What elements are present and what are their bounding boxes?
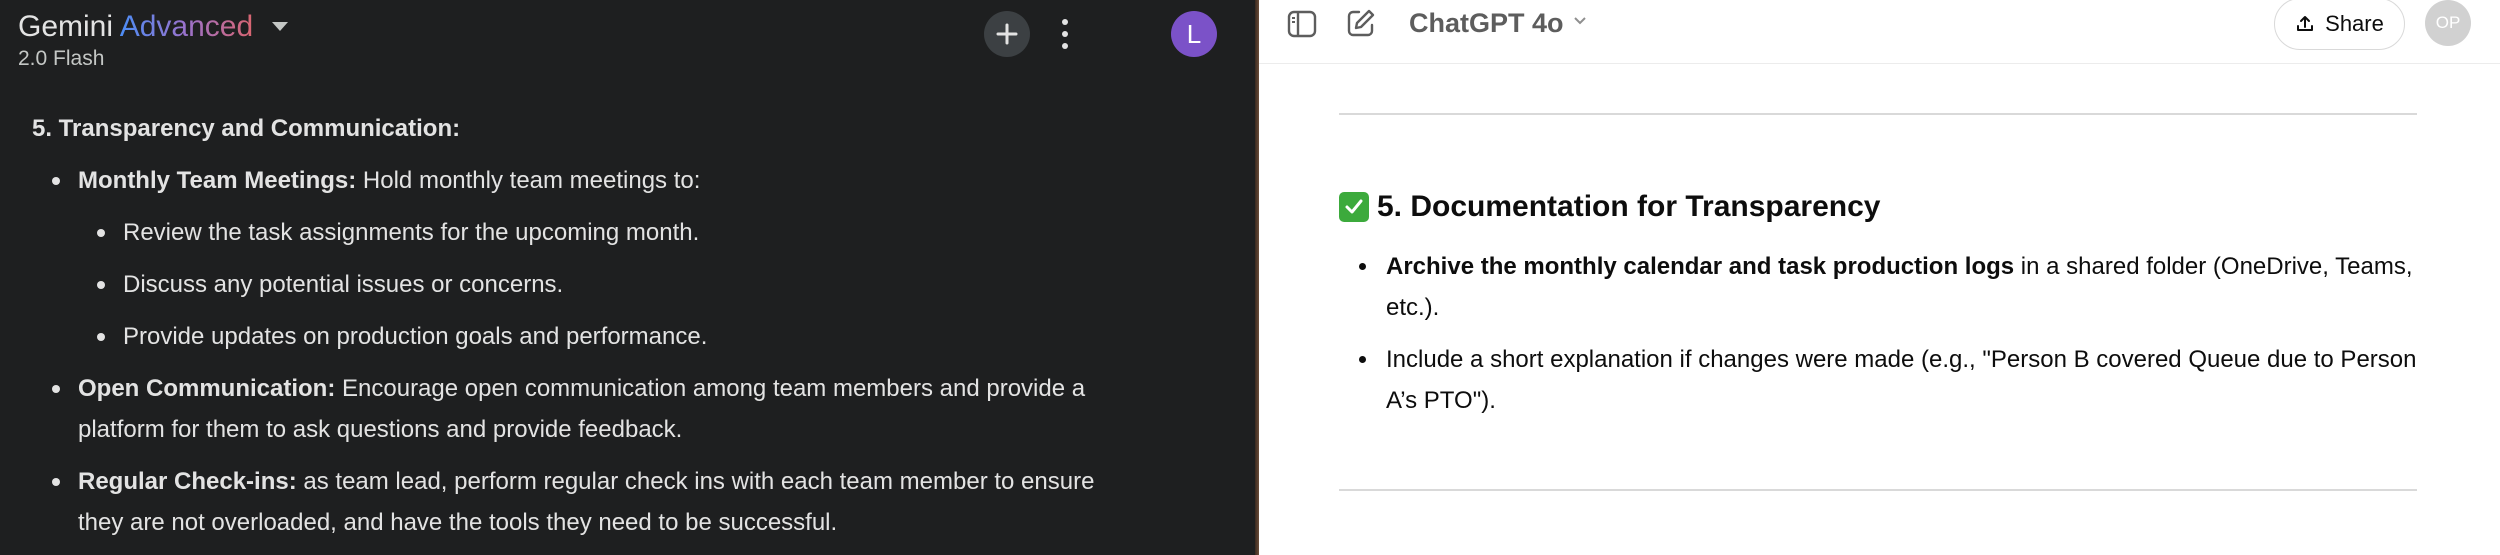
more-options-button[interactable] [1055,16,1075,52]
share-label: Share [2325,11,2384,36]
list-item: Open Communication: Encourage open commu… [46,368,1126,450]
list-item-title: Regular Check-ins: [78,468,297,495]
sub-list-item: Review the task assignments for the upco… [91,212,1126,253]
list-item: Archive the monthly calendar and task pr… [1359,246,2436,328]
tier-label: Advanced [119,10,254,43]
sub-list-item: Discuss any potential issues or concerns… [91,264,1126,305]
app-name: Gemini [18,10,114,43]
section-heading: 5. Documentation for Transparency [1339,190,1880,224]
sidebar-toggle-icon[interactable] [1287,9,1317,39]
list-item-title: Open Communication: [78,375,336,402]
avatar[interactable]: OP [2425,0,2471,46]
upload-icon [2297,16,2314,31]
gemini-pane: Gemini Advanced 2.0 Flash L 5. Transpare… [0,0,1255,555]
list-item-text: Hold monthly team meetings to: [356,167,701,194]
list-item-title: Monthly Team Meetings: [78,167,357,194]
sub-list-item: Provide updates on production goals and … [91,316,1126,357]
plus-icon [996,23,1018,45]
list-item-title: Archive the monthly calendar and task pr… [1386,253,2015,280]
chatgpt-pane: ChatGPT 4o Share OP 5. Documentation for… [1259,0,2500,555]
check-box-icon [1339,192,1369,222]
model-name: ChatGPT 4o [1409,8,1564,38]
model-selector[interactable]: ChatGPT 4o [1409,8,1586,39]
share-button[interactable]: Share [2274,0,2405,50]
list-item-text: Include a short explanation if changes w… [1386,346,2417,414]
sub-bullet-list: Review the task assignments for the upco… [91,212,1126,357]
chat-header: ChatGPT 4o Share OP [1259,0,2500,64]
divider [1339,113,2417,115]
list-item: Include a short explanation if changes w… [1359,339,2436,421]
kebab-menu-icon [1062,19,1068,25]
model-switcher-title[interactable]: Gemini Advanced [18,10,253,44]
divider [1339,489,2417,491]
bullet-list: Monthly Team Meetings: Hold monthly team… [46,160,1212,543]
bullet-list: Archive the monthly calendar and task pr… [1359,246,2436,432]
model-version-label: 2.0 Flash [18,47,105,70]
heading-text: 5. Documentation for Transparency [1377,190,1881,223]
avatar[interactable]: L [1171,11,1217,57]
new-chat-button[interactable] [984,11,1030,57]
list-item: Monthly Team Meetings: Hold monthly team… [46,160,1126,357]
section-heading: 5. Transparency and Communication: [32,115,461,142]
edit-icon[interactable] [1345,7,1377,39]
chevron-down-icon [1573,17,1586,25]
list-item: Regular Check-ins: as team lead, perform… [46,461,1126,543]
gemini-response: 5. Transparency and Communication: Month… [32,108,1212,554]
caret-down-icon[interactable] [272,22,288,31]
